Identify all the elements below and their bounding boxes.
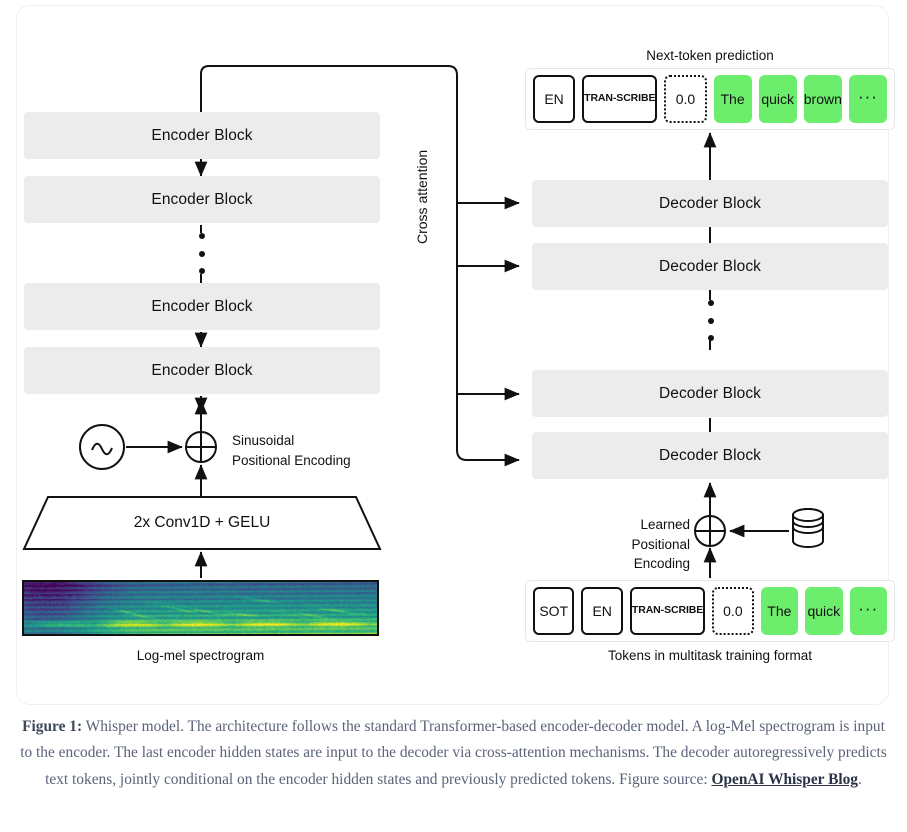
- encoder-block-label: Encoder Block: [151, 361, 253, 379]
- next-token-6-text: brown: [803, 90, 842, 107]
- next-token-1[interactable]: EN: [533, 75, 576, 123]
- sinusoidal-pe-line1: Sinusoidal: [232, 433, 295, 448]
- cross-attention-label: Cross attention: [414, 149, 430, 244]
- learned-pe-line2: Positional Encoding: [631, 536, 690, 572]
- next-token-3[interactable]: 0.0: [664, 75, 707, 123]
- encoder-block-label: Encoder Block: [151, 126, 253, 144]
- next-token-2-text: TRAN-: [584, 92, 617, 105]
- next-token-prediction-title: Next-token prediction: [646, 48, 774, 63]
- input-token-5-text: The: [767, 602, 792, 619]
- input-token-4[interactable]: 0.0: [712, 587, 754, 635]
- encoder-block-label: Encoder Block: [151, 297, 253, 315]
- next-token-4-text: The: [720, 90, 745, 107]
- sinusoidal-pe-line2: Positional Encoding: [232, 452, 351, 468]
- input-token-3[interactable]: TRAN- SCRIBE: [629, 587, 706, 635]
- encoder-block-label: Encoder Block: [151, 190, 253, 208]
- whisper-architecture-diagram: Encoder Block Encoder Block Encoder Bloc…: [0, 0, 907, 710]
- conv1d-gelu-block[interactable]: 2x Conv1D + GELU: [24, 497, 380, 549]
- decoder-block-label: Decoder Block: [658, 194, 762, 212]
- learned-positional-encoding-label: Learned Positional Encoding: [578, 515, 690, 574]
- sinusoidal-positional-encoding-label: Sinusoidal Positional Encoding: [232, 431, 402, 470]
- input-token-7[interactable]: ···: [849, 587, 887, 635]
- input-token-3-text: TRAN-: [631, 604, 665, 617]
- next-token-2[interactable]: TRAN- SCRIBE: [582, 75, 658, 123]
- decoder-block-1[interactable]: Decoder Block: [532, 180, 888, 227]
- decoder-block-3[interactable]: Decoder Block: [532, 370, 888, 417]
- encoder-block-3[interactable]: Encoder Block: [24, 283, 380, 330]
- figure-caption: Figure 1: Whisper model. The architectur…: [20, 714, 887, 793]
- next-token-prediction-row: EN TRAN- SCRIBE 0.0 The quick brown ···: [525, 68, 895, 130]
- next-token-1-text: EN: [544, 90, 564, 107]
- input-tokens-row: SOT EN TRAN- SCRIBE 0.0 The quick ···: [525, 580, 895, 642]
- log-mel-spectrogram-image: [22, 580, 379, 636]
- encoder-block-4[interactable]: Encoder Block: [24, 347, 380, 394]
- log-mel-spectrogram-caption: Log-mel spectrogram: [136, 648, 265, 663]
- input-token-3-text: SCRIBE: [664, 604, 704, 617]
- decoder-block-label: Decoder Block: [658, 446, 762, 464]
- spectrogram-canvas: [24, 582, 377, 634]
- learned-pe-line1: Learned: [640, 517, 690, 532]
- decoder-block-label: Decoder Block: [658, 384, 762, 402]
- conv1d-gelu-label: 2x Conv1D + GELU: [133, 514, 271, 531]
- figure-caption-tail: .: [858, 770, 862, 788]
- input-token-1[interactable]: SOT: [533, 587, 575, 635]
- next-token-6[interactable]: brown: [803, 75, 842, 123]
- input-token-6[interactable]: quick: [805, 587, 843, 635]
- next-token-4[interactable]: The: [713, 75, 752, 123]
- next-token-5[interactable]: quick: [758, 75, 797, 123]
- next-token-7-text: ···: [857, 86, 878, 106]
- encoder-ellipsis-icon: [198, 233, 205, 274]
- input-token-2[interactable]: EN: [581, 587, 623, 635]
- next-token-3-text: 0.0: [675, 90, 696, 107]
- encoder-block-1[interactable]: Encoder Block: [24, 112, 380, 159]
- decoder-ellipsis-icon: [707, 300, 714, 341]
- next-token-7[interactable]: ···: [848, 75, 888, 123]
- input-token-7-text: ···: [858, 598, 879, 618]
- input-token-2-text: EN: [592, 602, 612, 619]
- decoder-block-label: Decoder Block: [658, 257, 762, 275]
- encoder-block-2[interactable]: Encoder Block: [24, 176, 380, 223]
- next-token-5-text: quick: [761, 90, 795, 107]
- input-token-5[interactable]: The: [760, 587, 799, 635]
- figure-caption-label: Figure 1:: [22, 718, 83, 735]
- input-tokens-caption: Tokens in multitask training format: [607, 648, 813, 663]
- openai-whisper-blog-link[interactable]: OpenAI Whisper Blog: [711, 771, 858, 788]
- next-token-2-text: SCRIBE: [616, 92, 656, 105]
- decoder-block-4[interactable]: Decoder Block: [532, 432, 888, 479]
- input-token-4-text: 0.0: [723, 602, 743, 619]
- input-token-6-text: quick: [807, 602, 841, 619]
- decoder-block-2[interactable]: Decoder Block: [532, 243, 888, 290]
- input-token-1-text: SOT: [539, 602, 569, 619]
